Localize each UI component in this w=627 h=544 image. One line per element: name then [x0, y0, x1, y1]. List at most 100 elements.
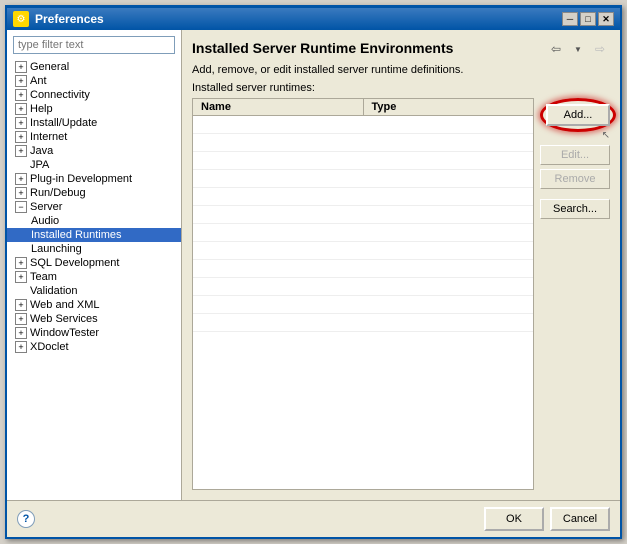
ok-button[interactable]: OK — [484, 507, 544, 531]
add-button[interactable]: Add... — [546, 104, 610, 126]
table-row — [193, 206, 533, 224]
tree-label-connectivity: Connectivity — [30, 89, 90, 101]
table-area: Name Type — [192, 98, 610, 490]
expand-windowtester[interactable]: + — [15, 327, 27, 339]
tree-label-sql-dev: SQL Development — [30, 257, 119, 269]
add-button-wrapper: Add... ↖ — [540, 98, 610, 141]
tree-item-plugin-dev[interactable]: + Plug-in Development — [7, 172, 181, 186]
page-description: Add, remove, or edit installed server ru… — [192, 64, 610, 76]
tree-label-validation: Validation — [30, 285, 78, 297]
tree-item-web-xml[interactable]: + Web and XML — [7, 298, 181, 312]
expand-ant[interactable]: + — [15, 75, 27, 87]
tree-label-internet: Internet — [30, 131, 67, 143]
tree-item-validation[interactable]: Validation — [7, 284, 181, 298]
expand-xdoclet[interactable]: + — [15, 341, 27, 353]
tree-item-xdoclet[interactable]: + XDoclet — [7, 340, 181, 354]
page-title: Installed Server Runtime Environments — [192, 40, 453, 56]
nav-forward-button[interactable]: ⇨ — [590, 40, 610, 58]
expand-plugin-dev[interactable]: + — [15, 173, 27, 185]
edit-button[interactable]: Edit... — [540, 145, 610, 165]
table-row — [193, 242, 533, 260]
expand-install-update[interactable]: + — [15, 117, 27, 129]
tree-label-web-services: Web Services — [30, 313, 98, 325]
window-body: + General + Ant + Connectivity + Help — [7, 30, 620, 500]
tree-item-server[interactable]: − Server — [7, 200, 181, 214]
tree-label-run-debug: Run/Debug — [30, 187, 86, 199]
tree-label-installed-runtimes: Installed Runtimes — [31, 229, 122, 241]
tree-item-audio[interactable]: Audio — [7, 214, 181, 228]
tree-label-web-xml: Web and XML — [30, 299, 100, 311]
add-button-highlight: Add... — [540, 98, 616, 132]
help-button[interactable]: ? — [17, 510, 35, 528]
tree-item-launching[interactable]: Launching — [7, 242, 181, 256]
tree-item-java[interactable]: + Java — [7, 144, 181, 158]
remove-button[interactable]: Remove — [540, 169, 610, 189]
tree-label-plugin-dev: Plug-in Development — [30, 173, 132, 185]
runtime-table: Name Type — [192, 98, 534, 490]
table-label: Installed server runtimes: — [192, 82, 610, 94]
tree-label-server: Server — [30, 201, 62, 213]
nav-back-button[interactable]: ⇦ — [546, 40, 566, 58]
table-row — [193, 278, 533, 296]
expand-help[interactable]: + — [15, 103, 27, 115]
close-button[interactable]: ✕ — [598, 12, 614, 26]
search-button[interactable]: Search... — [540, 199, 610, 219]
tree-label-audio: Audio — [31, 215, 59, 227]
tree-label-xdoclet: XDoclet — [30, 341, 69, 353]
right-header: Installed Server Runtime Environments ⇦ … — [192, 40, 610, 58]
expand-run-debug[interactable]: + — [15, 187, 27, 199]
nav-dropdown-button[interactable]: ▼ — [568, 40, 588, 58]
cancel-button[interactable]: Cancel — [550, 507, 610, 531]
expand-connectivity[interactable]: + — [15, 89, 27, 101]
tree-item-help[interactable]: + Help — [7, 102, 181, 116]
expand-general[interactable]: + — [15, 61, 27, 73]
tree-container: + General + Ant + Connectivity + Help — [7, 60, 181, 500]
expand-web-services[interactable]: + — [15, 313, 27, 325]
tree-label-jpa: JPA — [30, 159, 49, 171]
tree-item-sql-dev[interactable]: + SQL Development — [7, 256, 181, 270]
filter-input[interactable] — [13, 36, 175, 54]
minimize-button[interactable]: ─ — [562, 12, 578, 26]
tree-label-ant: Ant — [30, 75, 47, 87]
right-panel: Installed Server Runtime Environments ⇦ … — [182, 30, 620, 500]
table-row — [193, 134, 533, 152]
tree-item-connectivity[interactable]: + Connectivity — [7, 88, 181, 102]
table-row — [193, 314, 533, 332]
tree-item-installed-runtimes[interactable]: Installed Runtimes — [7, 228, 181, 242]
tree-item-ant[interactable]: + Ant — [7, 74, 181, 88]
table-row — [193, 188, 533, 206]
tree-label-help: Help — [30, 103, 53, 115]
table-row — [193, 152, 533, 170]
table-header: Name Type — [193, 99, 533, 116]
window-title: Preferences — [35, 12, 104, 26]
nav-buttons: ⇦ ▼ ⇨ — [546, 40, 610, 58]
title-buttons: ─ □ ✕ — [562, 12, 614, 26]
expand-internet[interactable]: + — [15, 131, 27, 143]
tree-label-windowtester: WindowTester — [30, 327, 99, 339]
expand-java[interactable]: + — [15, 145, 27, 157]
ok-cancel-buttons: OK Cancel — [484, 507, 610, 531]
expand-server[interactable]: − — [15, 201, 27, 213]
tree-item-run-debug[interactable]: + Run/Debug — [7, 186, 181, 200]
tree-item-windowtester[interactable]: + WindowTester — [7, 326, 181, 340]
tree-item-team[interactable]: + Team — [7, 270, 181, 284]
table-row — [193, 296, 533, 314]
bottom-bar: ? OK Cancel — [7, 500, 620, 537]
side-buttons: Add... ↖ Edit... Remove Search... — [540, 98, 610, 490]
col-type: Type — [364, 99, 534, 115]
expand-sql-dev[interactable]: + — [15, 257, 27, 269]
tree-label-install-update: Install/Update — [30, 117, 97, 129]
maximize-button[interactable]: □ — [580, 12, 596, 26]
expand-team[interactable]: + — [15, 271, 27, 283]
col-name: Name — [193, 99, 364, 115]
tree-label-java: Java — [30, 145, 53, 157]
tree-label-launching: Launching — [31, 243, 82, 255]
title-bar: ⚙ Preferences ─ □ ✕ — [7, 8, 620, 30]
expand-web-xml[interactable]: + — [15, 299, 27, 311]
tree-label-team: Team — [30, 271, 57, 283]
tree-item-internet[interactable]: + Internet — [7, 130, 181, 144]
tree-item-jpa[interactable]: JPA — [7, 158, 181, 172]
tree-item-web-services[interactable]: + Web Services — [7, 312, 181, 326]
tree-item-install-update[interactable]: + Install/Update — [7, 116, 181, 130]
tree-item-general[interactable]: + General — [7, 60, 181, 74]
